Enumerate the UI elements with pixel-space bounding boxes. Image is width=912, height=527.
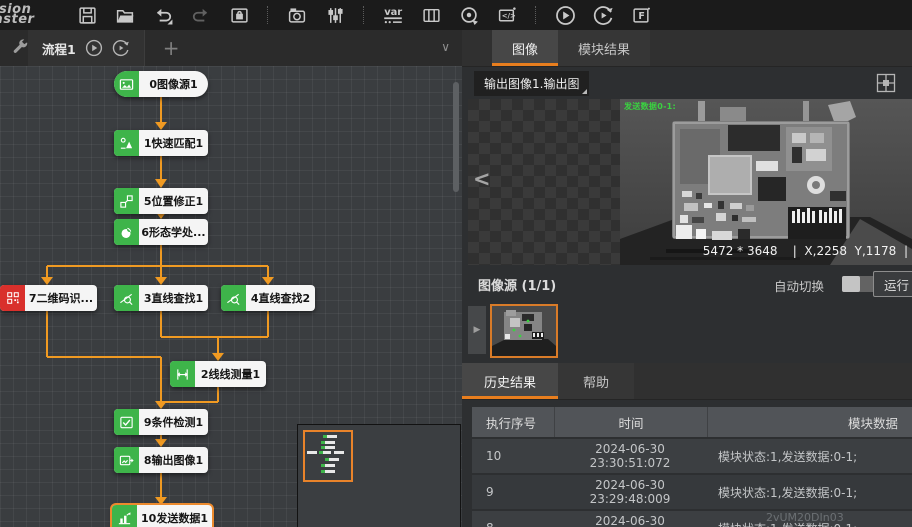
code-icon[interactable]: </> (496, 4, 518, 26)
history-table: 执行序号 时间 模块数据 10 2024-06-30 23:30:51:072 … (472, 407, 912, 527)
flow-panel: 流程1 + ∨ (0, 30, 462, 527)
expand-thumbnails-icon[interactable]: ▶ (468, 306, 486, 354)
position-correct-icon (114, 188, 139, 214)
undo-icon[interactable] (152, 4, 174, 26)
svg-text:</>: </> (502, 12, 516, 20)
flow-node-fast-match[interactable]: 1快速匹配1 (114, 130, 208, 156)
tab-help[interactable]: 帮助 (558, 363, 634, 399)
image-result-tabs: 图像 模块结果 (462, 30, 912, 67)
flow-run-loop-icon[interactable] (112, 39, 130, 57)
prev-image-arrow-icon[interactable]: < (473, 167, 491, 191)
sync-icon[interactable] (458, 4, 480, 26)
flow-node-condition-check[interactable]: 9条件检测1 (114, 409, 208, 435)
history-table-header: 执行序号 时间 模块数据 (472, 407, 912, 437)
send-data-icon (112, 505, 137, 527)
panel-icon[interactable] (420, 4, 442, 26)
run-icon[interactable] (554, 4, 576, 26)
result-panel: 图像 模块结果 输出图像1.输出图 (462, 30, 912, 527)
line-find-icon (114, 285, 139, 311)
table-row[interactable]: 9 2024-06-30 23:29:48:009 模块状态:1,发送数据:0-… (472, 475, 912, 509)
flow-node-line-find-2[interactable]: 4直线查找2 (221, 285, 315, 311)
flow-tab[interactable]: 流程1 (28, 30, 145, 66)
camera-icon[interactable] (286, 4, 308, 26)
col-header-module-data: 模块数据 (707, 407, 912, 437)
flow-node-image-source[interactable]: 0图像源1 (114, 71, 208, 97)
app-logo: ision aster (0, 5, 66, 25)
pcb-image (620, 99, 912, 265)
output-image-icon (114, 447, 139, 473)
sliders-icon[interactable] (324, 4, 346, 26)
image-source-icon (114, 71, 139, 97)
flow-minimap[interactable] (297, 424, 461, 527)
visionmaster-window: ision aster (0, 0, 912, 527)
flow-node-output-image[interactable]: 8输出图像1 (114, 447, 208, 473)
line-measure-icon (170, 361, 195, 387)
image-status-text: 5472 * 3648 | X,2258 Y,1178 | (703, 244, 908, 258)
auto-switch-label: 自动切换 (774, 276, 824, 295)
minimap-viewport[interactable] (303, 430, 353, 482)
history-help-tabs: 历史结果 帮助 (462, 363, 912, 400)
image-thumbnail[interactable] (490, 304, 558, 358)
history-help-tabs-wrap: 历史结果 帮助 (462, 363, 912, 400)
open-icon[interactable] (114, 4, 136, 26)
col-header-time: 时间 (554, 407, 707, 437)
image-source-row: 图像源 (1/1) 自动切换 运行 (462, 268, 912, 300)
image-source-dropdown[interactable]: 输出图像1.输出图 (474, 71, 589, 96)
flow-run-once-icon[interactable] (85, 39, 103, 57)
flow-node-line-find-1[interactable]: 3直线查找1 (114, 285, 208, 311)
toggle-knob (842, 276, 860, 292)
flow-tab-label: 流程1 (42, 39, 76, 58)
flow-canvas[interactable]: 0图像源1 1快速匹配1 5位置修正1 6形态学处... (0, 66, 462, 527)
lock-window-icon[interactable] (228, 4, 250, 26)
save-icon[interactable] (76, 4, 98, 26)
line-find-icon (221, 285, 246, 311)
canvas-vertical-scrollbar[interactable] (453, 82, 459, 192)
image-preview[interactable]: 发送数据0-1: < 5472 * 3648 | X,2258 Y,1178 | (468, 99, 912, 265)
qr-code-icon (0, 285, 25, 311)
svg-text:F: F (638, 11, 645, 22)
flow-header: 流程1 + ∨ (0, 30, 462, 67)
toolbar-separator (363, 6, 365, 24)
toolbar-separator (535, 6, 537, 24)
toolbar-separator (267, 6, 269, 24)
chevron-down-icon[interactable]: ∨ (441, 40, 450, 54)
condition-check-icon (114, 409, 139, 435)
thumbnail-strip: ▶ (462, 302, 912, 360)
flow-node-morphology[interactable]: 6形态学处... (114, 219, 208, 245)
image-source-label: 图像源 (1/1) (478, 275, 556, 294)
add-flow-button[interactable]: + (163, 38, 180, 58)
top-toolbar: ision aster (0, 0, 912, 30)
watermark-text: 2vUM20DIn03 (766, 511, 844, 524)
continuous-run-icon[interactable] (592, 4, 614, 26)
image-toolbar: 输出图像1.输出图 (462, 67, 912, 100)
redo-icon[interactable] (190, 4, 212, 26)
flow-node-position-correct[interactable]: 5位置修正1 (114, 188, 208, 214)
wrench-icon[interactable] (12, 39, 29, 56)
fit-view-icon[interactable] (876, 73, 896, 93)
run-button[interactable]: 运行 (873, 271, 912, 297)
svg-text:var: var (384, 7, 402, 18)
flow-node-send-data[interactable]: 10发送数据1 (112, 505, 212, 527)
table-row[interactable]: 10 2024-06-30 23:30:51:072 模块状态:1,发送数据:0… (472, 439, 912, 473)
tab-image[interactable]: 图像 (492, 30, 558, 66)
morphology-icon (114, 219, 139, 245)
fast-match-icon (114, 130, 139, 156)
tab-module-result[interactable]: 模块结果 (558, 30, 650, 66)
flow-node-qr-code[interactable]: 7二维码识... (0, 285, 97, 311)
image-overlay-text: 发送数据0-1: (624, 101, 676, 112)
table-row[interactable]: 8 2024-06-30 23:29:46:651 模块状态:1,发送数据:0-… (472, 511, 912, 527)
var-icon[interactable]: var (382, 4, 404, 26)
flow-node-line-measure[interactable]: 2线线测量1 (170, 361, 266, 387)
col-header-exec-index: 执行序号 (472, 413, 554, 432)
tab-history-result[interactable]: 历史结果 (462, 363, 558, 399)
front-window-icon[interactable]: F (630, 4, 652, 26)
